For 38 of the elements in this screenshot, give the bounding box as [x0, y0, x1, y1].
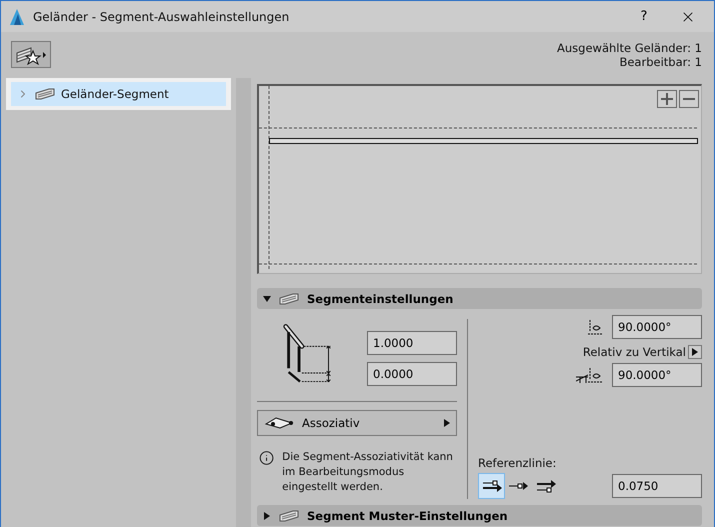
caret-icon: [444, 419, 450, 427]
arrow-icon: [508, 480, 530, 492]
reference-line-option[interactable]: [478, 473, 505, 499]
railing-star-icon: [15, 44, 47, 64]
window-title: Geländer - Segment-Auswahleinstellungen: [33, 10, 290, 24]
relative-menu-button[interactable]: [688, 345, 702, 359]
caret-icon: [263, 512, 271, 520]
summary-text: Ausgewählte Geländer: 1: [557, 41, 702, 55]
relative-label: Relativ zu Vertikal: [582, 345, 686, 359]
caret-icon: [692, 348, 698, 356]
segment-icon: [279, 510, 299, 522]
section-header[interactable]: Segmenteinstellungen: [257, 288, 702, 309]
favorites-button[interactable]: [11, 41, 51, 68]
reference-offset-field[interactable]: 0.0750: [612, 474, 702, 498]
help-button[interactable]: ?: [626, 2, 662, 30]
segment-icon: [279, 292, 299, 304]
tree-item[interactable]: Geländer-Segment: [11, 82, 226, 106]
arrow-icon: [480, 480, 502, 492]
section-header[interactable]: Segment Muster-Einstellungen: [257, 505, 702, 526]
info-icon: [259, 450, 274, 466]
zoom-in-button[interactable]: [657, 90, 677, 108]
arrow-icon: [534, 479, 556, 493]
top-angle-field[interactable]: 90.0000°: [612, 315, 702, 339]
association-dropdown[interactable]: Assoziativ: [257, 410, 457, 436]
bottom-angle-field[interactable]: 90.0000°: [612, 363, 702, 387]
reference-line-label: Referenzlinie:: [478, 456, 558, 470]
offset-field[interactable]: 0.0000: [367, 362, 457, 386]
railing-angle-icon: [576, 366, 604, 384]
railing-icon: [35, 88, 55, 100]
association-icon: [264, 416, 294, 430]
info-text: Die Segment-Assoziativität kann im Bearbeitungsmodus eingestellt werden.: [282, 450, 454, 495]
plus-icon: [660, 92, 674, 106]
angle-icon: [588, 318, 604, 336]
caret-icon: [263, 294, 271, 302]
summary-text: Bearbeitbar: 1: [619, 55, 702, 69]
app-logo-icon: [9, 8, 25, 26]
height-field[interactable]: 1.0000: [367, 331, 457, 355]
zoom-out-button[interactable]: [679, 90, 699, 108]
